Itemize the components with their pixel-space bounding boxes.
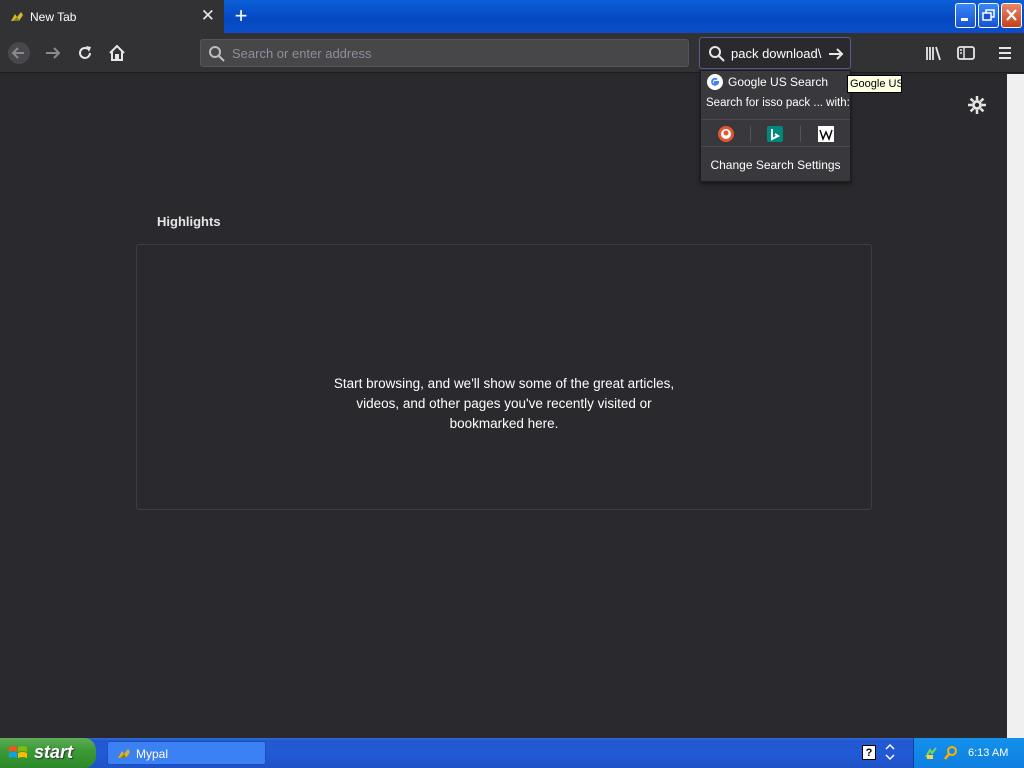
mypal-icon	[118, 749, 130, 758]
highlights-empty-message: Start browsing, and we'll show some of t…	[333, 376, 675, 431]
close-icon	[1006, 9, 1017, 21]
start-button[interactable]: start	[0, 738, 96, 768]
tab-label: New Tab	[30, 10, 77, 24]
search-bar[interactable]: pack download\	[699, 37, 851, 69]
search-for-text: Search for isso pack ... with:	[706, 97, 850, 109]
tab-new-tab[interactable]: New Tab ✕	[0, 0, 224, 33]
bing-icon[interactable]	[765, 124, 785, 144]
one-off-engines	[701, 119, 850, 147]
help-icon[interactable]: ?	[862, 745, 876, 760]
restore-button[interactable]	[978, 3, 999, 28]
url-bar[interactable]	[200, 39, 689, 67]
system-tray: 6:13 AM	[913, 738, 1024, 768]
search-suggestions-popup: Google US Search Search for isso pack ..…	[700, 70, 851, 182]
url-input[interactable]	[232, 44, 672, 62]
search-icon	[209, 46, 225, 62]
home-icon[interactable]	[106, 42, 128, 64]
menu-icon[interactable]	[994, 42, 1016, 64]
search-engine-row[interactable]: Google US Search	[701, 71, 850, 93]
taskbar-item-mypal[interactable]: Mypal	[107, 741, 266, 765]
search-tray-icon[interactable]	[943, 745, 959, 761]
search-icon	[709, 46, 725, 62]
google-icon	[707, 74, 723, 90]
tab-close-icon[interactable]: ✕	[201, 6, 215, 26]
search-input[interactable]: pack download\	[731, 46, 821, 61]
task-label: Mypal	[136, 747, 169, 761]
engine-label: Google US Search	[728, 75, 829, 89]
tooltip: Google US	[847, 75, 902, 93]
highlights-section: Start browsing, and we'll show some of t…	[136, 244, 872, 510]
back-icon[interactable]	[8, 42, 30, 64]
close-window-button[interactable]	[1001, 3, 1022, 28]
search-go-icon[interactable]	[826, 44, 846, 64]
tab-strip: New Tab ✕ +	[0, 0, 1024, 33]
new-tab-button[interactable]: +	[230, 3, 252, 29]
library-icon[interactable]	[923, 42, 945, 64]
network-icon[interactable]	[924, 745, 940, 761]
separator	[750, 126, 751, 142]
search-for-label: Search for isso pack ... with:	[701, 97, 850, 113]
forward-icon[interactable]	[42, 42, 64, 64]
minimize-icon	[961, 18, 968, 21]
change-search-settings-button[interactable]: Change Search Settings	[701, 158, 850, 174]
sidebar-icon[interactable]	[955, 42, 977, 64]
reload-icon[interactable]	[74, 42, 96, 64]
scrollbar[interactable]	[1007, 74, 1024, 738]
minimize-button[interactable]	[955, 3, 976, 28]
clock: 6:13 AM	[968, 747, 1009, 759]
mypal-icon	[11, 12, 23, 21]
wikipedia-icon[interactable]	[816, 124, 836, 144]
restore-icon	[982, 9, 995, 21]
highlights-heading: Highlights	[157, 214, 221, 229]
tray-arrows-icon[interactable]	[884, 742, 896, 764]
nav-toolbar: pack download\	[0, 33, 1024, 73]
duckduckgo-icon[interactable]	[716, 124, 736, 144]
start-label: start	[34, 742, 74, 762]
separator	[800, 126, 801, 142]
gear-icon[interactable]	[966, 94, 988, 116]
windows-logo-icon	[9, 746, 27, 758]
